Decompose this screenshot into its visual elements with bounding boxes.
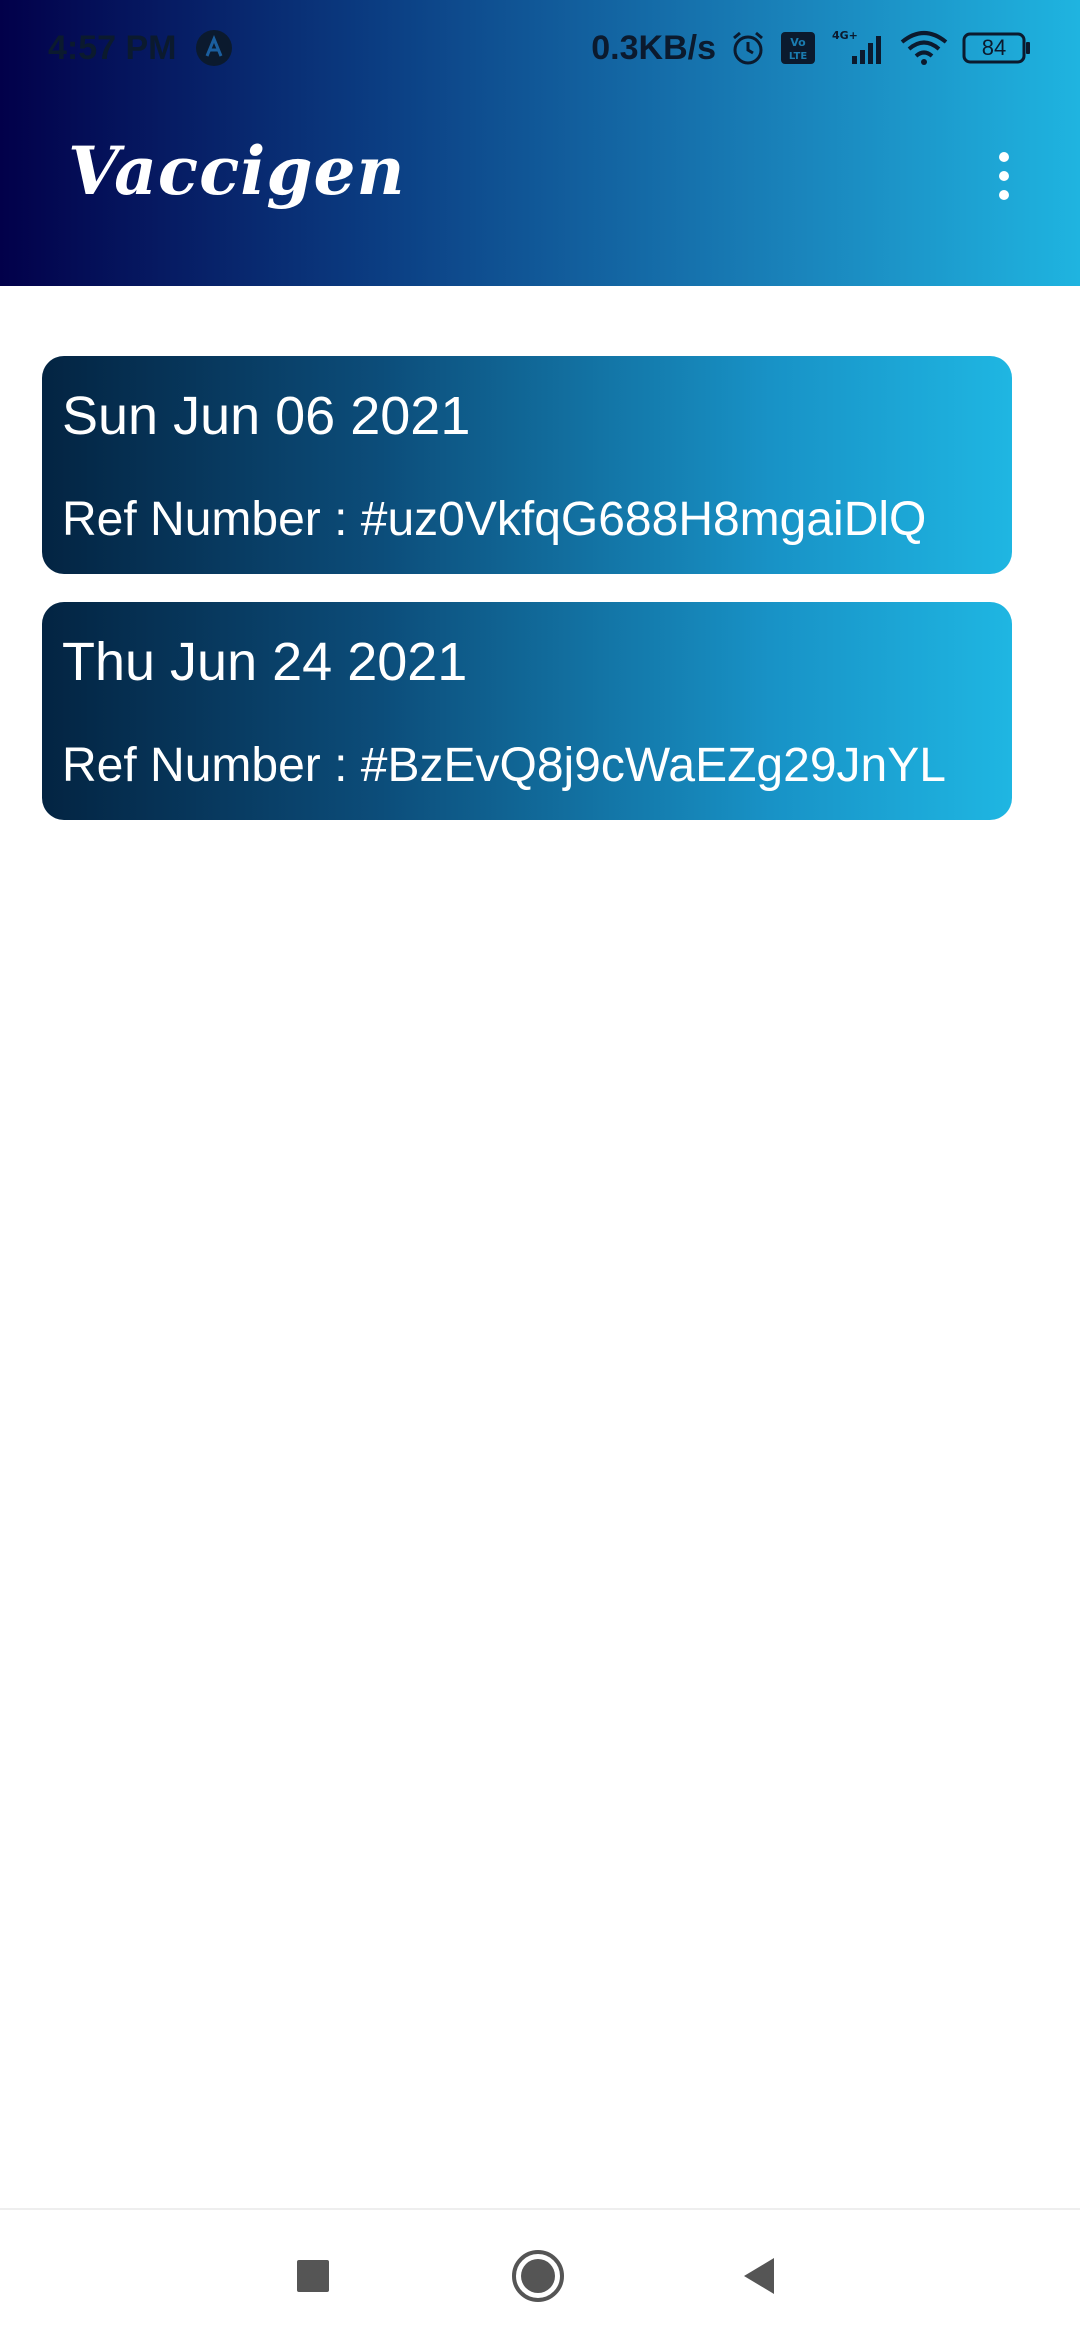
home-button[interactable] [478,2210,598,2340]
back-button[interactable] [698,2210,818,2340]
svg-text:LTE: LTE [789,51,808,62]
appointment-date: Thu Jun 24 2021 [62,632,468,692]
system-nav-bar [0,2208,1080,2340]
back-triangle-icon [744,2258,774,2294]
appointment-list: Sun Jun 06 2021 Ref Number : #uz0VkfqG68… [42,356,1012,848]
home-circle-icon [512,2250,564,2302]
app-header: 4:57 PM 0.3KB/s Vo LTE 4G+ 84 Vaccigen [0,0,1080,286]
appointment-card[interactable]: Sun Jun 06 2021 Ref Number : #uz0VkfqG68… [42,356,1012,574]
appointment-card[interactable]: Thu Jun 24 2021 Ref Number : #BzEvQ8j9cW… [42,602,1012,820]
battery-icon: 84 [962,31,1032,65]
more-vert-icon [999,152,1009,162]
appointment-ref: Ref Number : #BzEvQ8j9cWaEZg29JnYL [62,739,946,792]
status-bar: 4:57 PM 0.3KB/s Vo LTE 4G+ 84 [0,0,1080,96]
app-title: Vaccigen [68,132,406,210]
recents-button[interactable] [253,2210,373,2340]
recents-square-icon [297,2260,329,2292]
notification-a-icon [195,29,233,67]
battery-level: 84 [981,35,1007,60]
more-options-button[interactable] [976,140,1032,212]
more-vert-icon-dot [999,190,1009,200]
svg-text:Vo: Vo [790,36,806,49]
status-time: 4:57 PM [48,28,177,67]
more-vert-icon-dot [999,171,1009,181]
wifi-icon [900,30,948,66]
signal-icon: 4G+ [830,28,886,68]
svg-text:4G+: 4G+ [832,29,858,42]
network-speed: 0.3KB/s [591,28,716,67]
appointment-ref: Ref Number : #uz0VkfqG688H8mgaiDlQ [62,493,927,546]
appointment-date: Sun Jun 06 2021 [62,386,471,446]
volte-icon: Vo LTE [780,30,816,66]
alarm-icon [730,30,766,66]
